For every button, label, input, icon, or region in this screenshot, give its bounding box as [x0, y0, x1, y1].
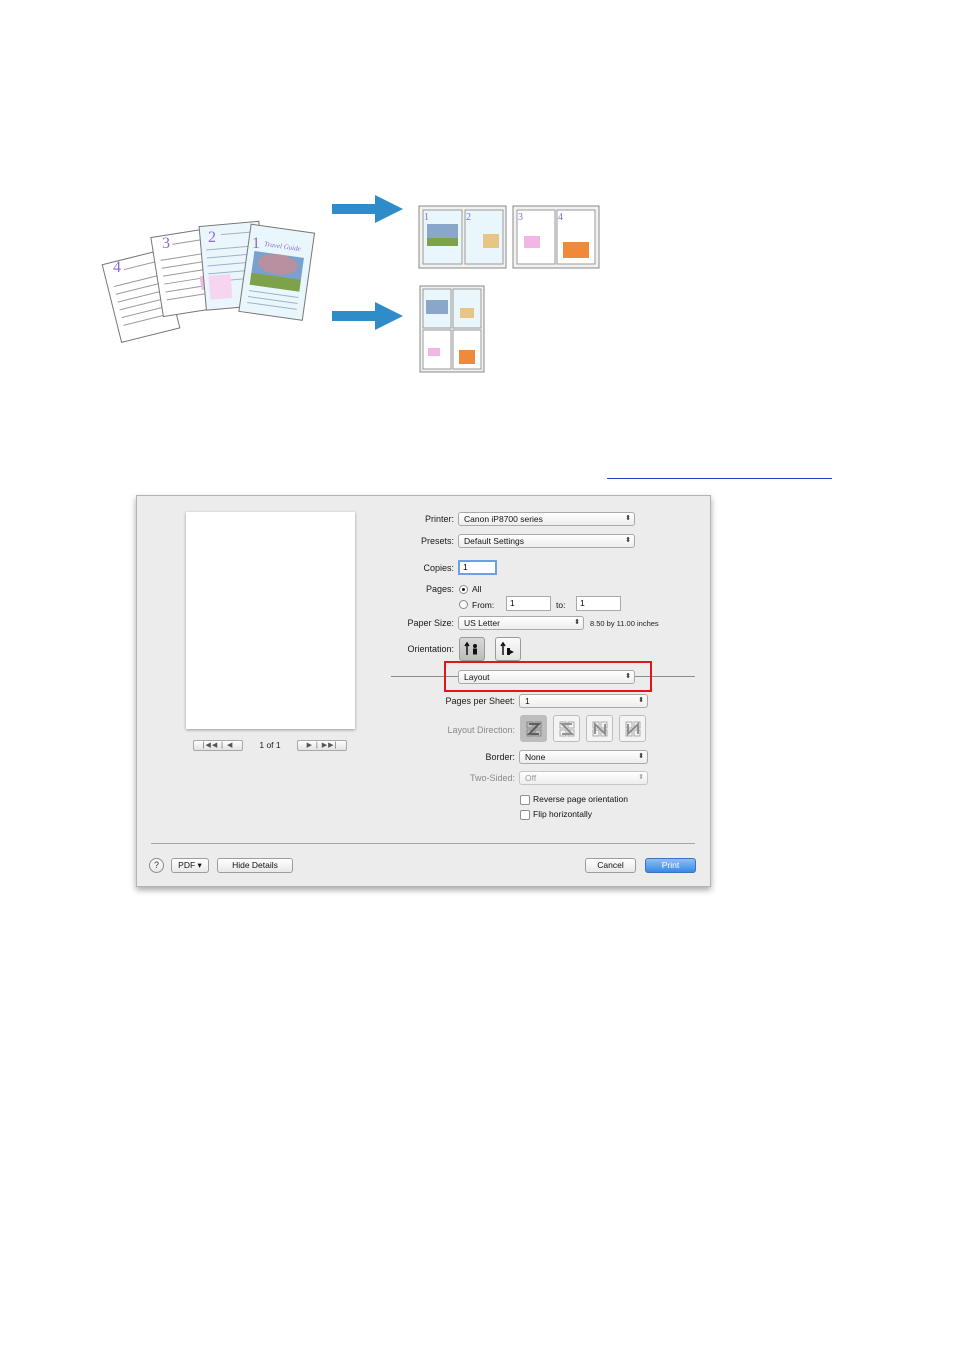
two-sided-value: Off: [525, 773, 537, 783]
layout-direction-label: Layout Direction:: [447, 725, 515, 735]
cancel-button[interactable]: Cancel: [585, 858, 636, 873]
reverse-orientation-checkbox[interactable]: [520, 795, 530, 805]
paper-size-label: Paper Size:: [407, 618, 454, 628]
orientation-label: Orientation:: [407, 644, 454, 654]
paper-size-popup[interactable]: US Letter ⬍: [458, 616, 584, 630]
pdf-button[interactable]: PDF ▾: [171, 858, 209, 873]
preview-forward-buttons[interactable]: ▶ | ▶▶|: [297, 740, 347, 751]
hide-details-button[interactable]: Hide Details: [217, 858, 293, 873]
pages-all-label: All: [472, 584, 482, 594]
svg-text:1: 1: [424, 212, 429, 223]
border-popup[interactable]: None ⬍: [519, 750, 648, 764]
reverse-orientation-label: Reverse page orientation: [533, 794, 628, 804]
two-sided-label: Two-Sided:: [469, 773, 515, 783]
page-1-number: 1: [252, 235, 260, 252]
pages-all-radio[interactable]: [459, 585, 468, 594]
layout-n-icon: [625, 721, 640, 736]
two-up-sheet-1: 1 2: [418, 205, 507, 269]
pages-per-sheet-value: 1: [525, 696, 530, 706]
footer-separator: [151, 843, 695, 844]
popup-arrows-icon: ⬍: [638, 753, 644, 760]
border-value: None: [525, 752, 546, 762]
svg-text:3: 3: [518, 212, 523, 223]
page-preview: [186, 512, 355, 729]
popup-arrows-icon: ⬍: [625, 537, 631, 544]
layout-n-reverse-icon: [592, 721, 607, 736]
landscape-icon: [500, 641, 514, 655]
svg-text:4: 4: [558, 212, 563, 223]
print-dialog: |◀◀ | ◀ 1 of 1 ▶ | ▶▶| Printer: Canon iP…: [136, 495, 711, 887]
flip-horizontally-label: Flip horizontally: [533, 809, 593, 819]
pages-per-sheet-popup[interactable]: 1 ⬍: [519, 694, 648, 708]
two-sided-popup[interactable]: Off ⬍: [519, 771, 648, 785]
popup-arrows-icon: ⬍: [574, 619, 580, 626]
paper-size-value: US Letter: [464, 618, 500, 628]
orientation-landscape-button[interactable]: [495, 637, 521, 661]
copies-label: Copies:: [423, 563, 454, 573]
copies-field[interactable]: 1: [458, 560, 497, 575]
svg-text:2: 2: [466, 212, 471, 223]
page-3-number: 3: [162, 235, 170, 252]
preview-page-count: 1 of 1: [259, 740, 281, 750]
pages-from-label: From:: [472, 600, 495, 610]
four-up-sheet: [419, 285, 485, 373]
layout-illustration: 4 3 2 1 Travel Guide 1 2 3 4: [100, 190, 620, 380]
page-1-sheet: [238, 223, 316, 321]
orientation-portrait-button[interactable]: [459, 637, 485, 661]
highlight-box: [444, 661, 652, 692]
pages-per-sheet-label: Pages per Sheet:: [445, 696, 515, 706]
page-2-number: 2: [208, 229, 216, 246]
preview-back-buttons[interactable]: |◀◀ | ◀: [193, 740, 243, 751]
portrait-icon: [464, 641, 477, 655]
pages-from-field[interactable]: 1: [506, 596, 551, 611]
link-underline[interactable]: [607, 478, 832, 479]
pages-from-radio[interactable]: [459, 600, 468, 609]
illustration-graphic: 4 3 2 1 Travel Guide 1 2 3 4: [101, 195, 600, 373]
pages-label: Pages:: [425, 584, 454, 594]
layout-direction-n-reverse-button[interactable]: [586, 715, 613, 742]
pages-to-field[interactable]: 1: [576, 596, 621, 611]
layout-direction-n-button[interactable]: [619, 715, 646, 742]
print-button[interactable]: Print: [645, 858, 696, 873]
presets-popup[interactable]: Default Settings ⬍: [458, 534, 635, 548]
layout-direction-s-button[interactable]: [553, 715, 580, 742]
popup-arrows-icon: ⬍: [638, 697, 644, 704]
printer-value: Canon iP8700 series: [464, 514, 543, 524]
presets-value: Default Settings: [464, 536, 525, 546]
layout-direction-z-button[interactable]: [520, 715, 547, 742]
popup-arrows-icon: ⬍: [625, 515, 631, 522]
pages-to-label: to:: [556, 600, 566, 610]
border-label: Border:: [485, 752, 515, 762]
layout-z-icon: [526, 721, 541, 736]
presets-label: Presets:: [420, 536, 454, 546]
arrow-icon: [332, 195, 403, 223]
layout-s-icon: [559, 721, 574, 736]
printer-label: Printer:: [424, 514, 454, 524]
arrow-icon: [332, 302, 403, 330]
popup-arrows-icon: ⬍: [638, 774, 644, 781]
printer-popup[interactable]: Canon iP8700 series ⬍: [458, 512, 635, 526]
two-up-sheet-2: 3 4: [512, 205, 600, 269]
flip-horizontally-checkbox[interactable]: [520, 810, 530, 820]
help-button[interactable]: ?: [149, 858, 164, 873]
paper-size-dimensions: 8.50 by 11.00 inches: [590, 619, 659, 628]
page-4-number: 4: [113, 259, 121, 276]
